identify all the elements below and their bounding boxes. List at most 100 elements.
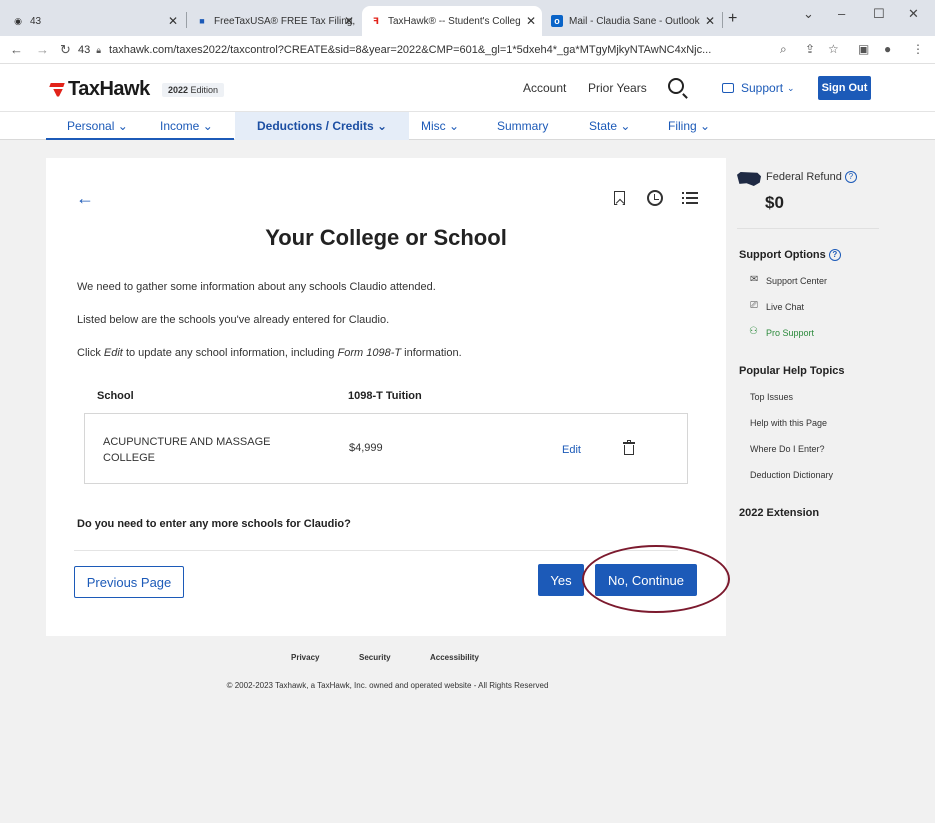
tuition-amount: $4,999: [349, 442, 383, 454]
help-link-dictionary[interactable]: Deduction Dictionary: [750, 470, 833, 480]
site-header: TaxHawk 2022 Edition Account Prior Years…: [0, 64, 935, 112]
main-nav: Personal ⌄ Income ⌄ Deductions / Credits…: [0, 112, 935, 140]
live-chat-link[interactable]: Live Chat: [766, 302, 804, 312]
browser-toolbar: ← → ↻ 43 🔒︎ taxhawk.com/taxes2022/taxcon…: [0, 36, 935, 64]
nav-label: Deductions / Credits: [257, 119, 374, 133]
tab-count-badge: 43: [78, 44, 91, 56]
pro-support-link[interactable]: Pro Support: [766, 328, 814, 338]
close-tab-icon[interactable]: ✕: [168, 14, 178, 28]
menu-kebab-icon[interactable]: ⋮: [912, 42, 924, 56]
chat-icon: ⎚: [750, 300, 758, 311]
tab-separator: [186, 12, 187, 28]
close-window-icon[interactable]: ✕: [908, 6, 919, 22]
browser-tab-active[interactable]: ꟻ TaxHawk® -- Student's Colleg ✕: [362, 6, 542, 36]
chevron-down-icon: ⌄: [117, 119, 128, 133]
share-icon[interactable]: ⇪: [805, 42, 815, 56]
tab-search-icon[interactable]: ⌄: [803, 6, 814, 22]
bookmark-icon[interactable]: [614, 191, 625, 205]
maximize-icon[interactable]: ☐: [873, 6, 885, 22]
browser-tab[interactable]: o Mail - Claudia Sane - Outlook ✕: [543, 6, 721, 36]
school-name: ACUPUNCTURE AND MASSAGE COLLEGE: [103, 436, 271, 464]
back-icon[interactable]: ←: [10, 42, 23, 57]
click-mid: to update any school information, includ…: [125, 347, 335, 359]
nav-misc[interactable]: Misc ⌄: [421, 112, 459, 140]
help-link-this-page[interactable]: Help with this Page: [750, 418, 827, 428]
close-tab-icon[interactable]: ✕: [705, 14, 715, 28]
nav-income[interactable]: Income ⌄: [160, 112, 213, 140]
edition-label: Edition: [190, 85, 219, 95]
forward-icon[interactable]: →: [36, 42, 49, 57]
history-clock-icon[interactable]: [647, 190, 663, 206]
refund-label: Federal Refund?: [766, 171, 857, 184]
column-header-tuition: 1098-T Tuition: [348, 390, 422, 402]
search-icon[interactable]: [668, 78, 684, 94]
prior-years-link[interactable]: Prior Years: [588, 81, 647, 95]
chevron-down-icon: ⌄: [449, 119, 460, 133]
bookmark-star-icon[interactable]: ☆: [828, 42, 839, 56]
nav-label: Filing: [668, 119, 697, 133]
profile-avatar-icon[interactable]: ●: [884, 42, 891, 56]
trash-icon[interactable]: [623, 440, 635, 455]
side-panel-icon[interactable]: ▣: [858, 42, 869, 56]
browser-tab[interactable]: ◉ 43 ✕: [4, 6, 184, 36]
help-link-where-enter[interactable]: Where Do I Enter?: [750, 444, 825, 454]
minimize-icon[interactable]: –: [838, 6, 845, 21]
outlook-favicon-icon: o: [551, 15, 563, 27]
click-post: information.: [404, 347, 462, 359]
zoom-icon[interactable]: ⌕: [780, 42, 787, 57]
taxhawk-logo[interactable]: TaxHawk: [50, 78, 150, 101]
previous-page-button[interactable]: Previous Page: [74, 566, 184, 598]
lock-icon[interactable]: 🔒︎: [96, 45, 101, 56]
help-icon[interactable]: ?: [844, 171, 857, 184]
close-tab-icon[interactable]: ✕: [344, 14, 354, 28]
support-heading-text: Support Options: [739, 249, 826, 261]
sidebar-divider: [737, 228, 879, 229]
reload-icon[interactable]: ↻: [60, 42, 71, 58]
extension-heading[interactable]: 2022 Extension: [739, 507, 819, 519]
logo-text: TaxHawk: [68, 78, 150, 100]
freetaxusa-favicon-icon: ■: [199, 16, 205, 26]
support-dropdown[interactable]: Support ⌄: [722, 81, 795, 95]
browser-tab[interactable]: ■ FreeTaxUSA® FREE Tax Filing, ✕: [188, 6, 360, 36]
tab-title: TaxHawk® -- Student's Colleg: [388, 15, 521, 27]
table-row: ACUPUNCTURE AND MASSAGE COLLEGE $4,999 E…: [84, 413, 688, 484]
globe-icon: ◉: [14, 15, 22, 26]
nav-deductions-credits[interactable]: Deductions / Credits ⌄: [235, 112, 410, 140]
new-tab-icon[interactable]: +: [728, 10, 737, 28]
accessibility-link[interactable]: Accessibility: [430, 653, 479, 662]
account-link[interactable]: Account: [523, 81, 566, 95]
nav-label: Misc: [421, 119, 446, 133]
help-icon[interactable]: ?: [828, 249, 841, 262]
nav-personal[interactable]: Personal ⌄: [67, 112, 128, 140]
support-center-link[interactable]: Support Center: [766, 276, 827, 286]
chevron-down-icon: ⌄: [202, 119, 213, 133]
yes-button[interactable]: Yes: [538, 564, 584, 596]
listed-text: Listed below are the schools you've alre…: [77, 314, 390, 326]
nav-state[interactable]: State ⌄: [589, 112, 630, 140]
security-link[interactable]: Security: [359, 653, 391, 662]
browser-tab-bar: ◉ 43 ✕ ■ FreeTaxUSA® FREE Tax Filing, ✕ …: [0, 0, 935, 36]
close-tab-icon[interactable]: ✕: [526, 14, 536, 28]
nav-label: State: [589, 119, 618, 133]
person-icon: ⚇: [749, 326, 758, 337]
url-text: taxhawk.com/taxes2022/taxcontrol?CREATE&…: [109, 44, 712, 56]
address-bar[interactable]: 43 🔒︎ taxhawk.com/taxes2022/taxcontrol?C…: [78, 39, 768, 61]
privacy-link[interactable]: Privacy: [291, 653, 319, 662]
chevron-down-icon: ⌄: [377, 119, 388, 133]
refund-label-text: Federal Refund: [766, 171, 842, 183]
back-arrow-icon[interactable]: ←: [76, 188, 94, 209]
taxhawk-favicon-icon: ꟻ: [372, 15, 380, 26]
chevron-down-icon: ⌄: [620, 119, 631, 133]
list-icon[interactable]: [682, 192, 698, 204]
click-form: Form 1098-T: [337, 347, 402, 359]
nav-label: Summary: [497, 119, 549, 133]
sign-out-button[interactable]: Sign Out: [818, 76, 871, 100]
nav-filing[interactable]: Filing ⌄: [668, 112, 710, 140]
tab-title: FreeTaxUSA® FREE Tax Filing,: [214, 15, 356, 27]
help-link-top-issues[interactable]: Top Issues: [750, 392, 793, 402]
progress-underline: [46, 138, 234, 140]
chat-bubble-icon: [722, 83, 734, 93]
nav-summary[interactable]: Summary: [497, 112, 548, 140]
edit-school-link[interactable]: Edit: [562, 444, 581, 456]
more-schools-question: Do you need to enter any more schools fo…: [77, 518, 351, 530]
